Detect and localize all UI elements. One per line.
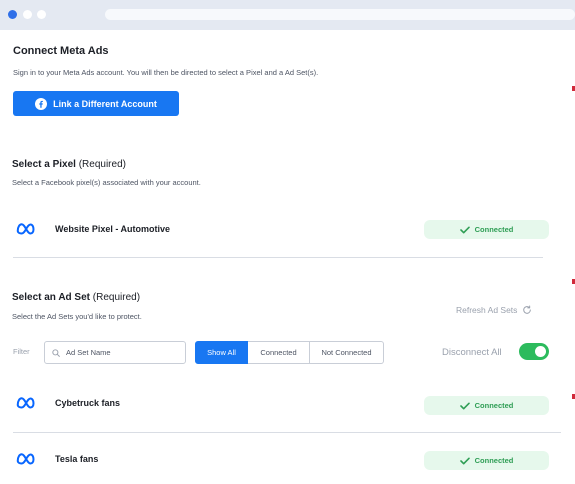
filter-label: Filter — [13, 347, 30, 356]
adset-title: Select an Ad Set — [12, 292, 90, 303]
window-minimize-dot[interactable] — [23, 10, 32, 19]
adset-required: (Required) — [92, 292, 141, 303]
connect-subtitle: Sign in to your Meta Ads account. You wi… — [13, 68, 319, 77]
adset-section-title: Select an Ad Set (Required) — [12, 292, 140, 303]
browser-toolbar — [0, 0, 575, 30]
adset-row[interactable]: Cybetruck fans Connected — [16, 392, 556, 415]
meta-logo-icon — [16, 223, 35, 235]
pixel-status-label: Connected — [474, 225, 514, 234]
refresh-label: Refresh Ad Sets — [456, 305, 518, 315]
adset-row[interactable]: Tesla fans Connected — [16, 448, 556, 470]
disconnect-all-label: Disconnect All — [442, 347, 502, 358]
refresh-adsets-button[interactable]: Refresh Ad Sets — [456, 305, 532, 315]
adset-search-input[interactable] — [66, 348, 176, 357]
toggle-knob — [535, 346, 546, 357]
adset-status-badge: Connected — [424, 396, 549, 415]
meta-logo-icon — [16, 397, 35, 409]
adset-status-label: Connected — [474, 401, 514, 410]
link-account-label: Link a Different Account — [53, 98, 157, 109]
connect-title: Connect Meta Ads — [13, 45, 109, 57]
pixel-section-title: Select a Pixel (Required) — [12, 159, 126, 170]
search-icon — [52, 348, 60, 357]
adset-filter-segmented-control: Show All Connected Not Connected — [195, 341, 384, 364]
link-account-button[interactable]: Link a Different Account — [13, 91, 179, 116]
adset-name: Cybetruck fans — [55, 398, 121, 408]
pixel-status-badge: Connected — [424, 220, 549, 239]
pixel-row[interactable]: Website Pixel - Automotive Connected — [16, 218, 556, 240]
section-divider — [13, 257, 543, 258]
window-maximize-dot[interactable] — [37, 10, 46, 19]
adset-status-label: Connected — [474, 456, 514, 465]
filter-show-all-button[interactable]: Show All — [195, 341, 248, 364]
row-divider — [13, 432, 561, 433]
filter-not-connected-button[interactable]: Not Connected — [310, 341, 384, 364]
refresh-icon — [523, 305, 532, 314]
disconnect-all-toggle[interactable] — [519, 343, 549, 360]
adset-subtitle: Select the Ad Sets you'd like to protect… — [12, 312, 142, 321]
meta-logo-icon — [16, 453, 35, 465]
pixel-name: Website Pixel - Automotive — [55, 224, 171, 234]
filter-connected-button[interactable]: Connected — [248, 341, 310, 364]
pixel-title: Select a Pixel — [12, 159, 76, 170]
facebook-icon — [35, 97, 48, 110]
meta-ads-panel: Connect Meta Ads Sign in to your Meta Ad… — [0, 30, 575, 484]
adset-status-badge: Connected — [424, 451, 549, 470]
check-icon — [459, 226, 470, 233]
adset-name: Tesla fans — [55, 454, 99, 464]
adset-search-box[interactable] — [44, 341, 186, 364]
address-bar[interactable] — [105, 9, 575, 20]
check-icon — [459, 457, 470, 464]
check-icon — [459, 402, 470, 409]
window-close-dot[interactable] — [8, 10, 17, 19]
pixel-subtitle: Select a Facebook pixel(s) associated wi… — [12, 178, 201, 187]
pixel-required: (Required) — [78, 159, 126, 170]
